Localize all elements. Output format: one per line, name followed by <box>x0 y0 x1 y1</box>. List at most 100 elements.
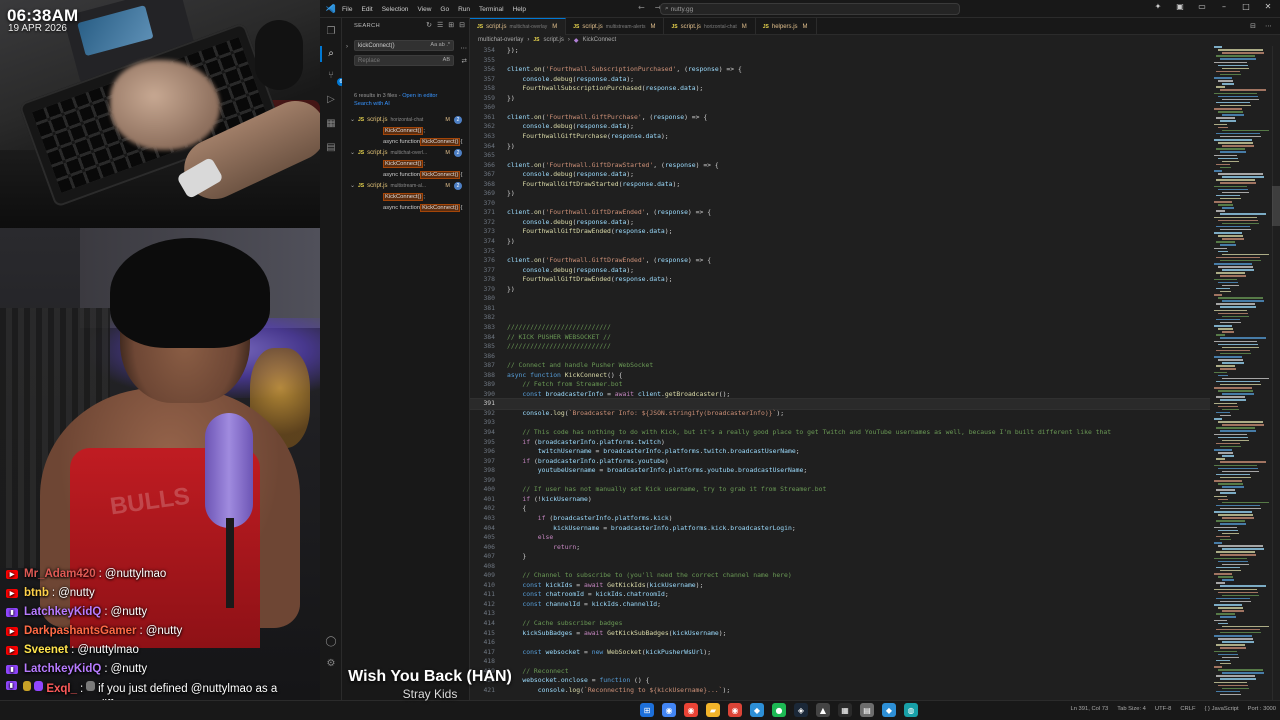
more-actions-icon[interactable]: ⋯ <box>1265 22 1272 30</box>
replace-input[interactable]: Replace AB <box>354 55 454 66</box>
code-line[interactable]: 382 <box>470 313 1210 323</box>
code-line[interactable]: 386 <box>470 352 1210 362</box>
code-line[interactable]: 416 <box>470 638 1210 648</box>
code-line[interactable]: 363 FourthwallGiftPurchase(response.data… <box>470 132 1210 142</box>
editor-tab[interactable]: JS script.js multichat-overlay M <box>470 18 567 35</box>
code-line[interactable]: 392 console.log(`Broadcaster Info: ${JSO… <box>470 409 1210 419</box>
extensions-icon[interactable]: ▦ <box>325 118 337 130</box>
code-line[interactable]: 369}) <box>470 189 1210 199</box>
code-line[interactable]: 380 <box>470 294 1210 304</box>
code-line[interactable]: 375 <box>470 247 1210 257</box>
code-line[interactable]: 389 // Fetch from Streamer.bot <box>470 380 1210 390</box>
code-line[interactable]: 358 FourthwallSubscriptionPurchased(resp… <box>470 84 1210 94</box>
status-item[interactable]: Port : 3000 <box>1248 706 1276 712</box>
code-line[interactable]: 408 <box>470 562 1210 572</box>
code-line[interactable]: 354}); <box>470 46 1210 56</box>
search-result-file[interactable]: ⌄ JS script.js multistream-al... M 2 <box>350 181 468 190</box>
code-line[interactable]: 393 <box>470 418 1210 428</box>
code-line[interactable]: 411 const chatroomId = kickIds.chatroomI… <box>470 590 1210 600</box>
code-line[interactable]: 379}) <box>470 285 1210 295</box>
refresh-icon[interactable]: ↻ <box>426 21 432 29</box>
run-debug-icon[interactable]: ▷ <box>325 94 337 106</box>
code-line[interactable]: 405 else <box>470 533 1210 543</box>
code-line[interactable]: 374}) <box>470 237 1210 247</box>
breadcrumb-file[interactable]: script.js <box>543 37 563 44</box>
search-result-match[interactable]: async function KickConnect() { <box>383 170 462 179</box>
editor-scrollbar[interactable] <box>1272 46 1280 700</box>
menu-view[interactable]: View <box>417 6 431 13</box>
code-line[interactable]: 359}) <box>470 94 1210 104</box>
search-input[interactable]: kickConnect() Aa ab .* <box>354 40 454 51</box>
editor-tab[interactable]: JS script.js horizontal-chat M <box>664 18 756 35</box>
maximize-icon[interactable]: □ <box>1240 2 1252 11</box>
split-editor-icon[interactable]: ⊟ <box>1250 22 1256 30</box>
source-control-icon[interactable]: ⑂ 6 <box>325 70 345 86</box>
replace-options[interactable]: AB <box>443 57 450 63</box>
code-line[interactable]: 390 const broadcasterInfo = await client… <box>470 390 1210 400</box>
menu-selection[interactable]: Selection <box>382 6 409 13</box>
collapse-all-icon[interactable]: ⊟ <box>459 21 465 29</box>
search-result-match[interactable]: async function KickConnect() { <box>383 137 462 146</box>
nav-back-icon[interactable]: ← <box>638 3 645 12</box>
code-line[interactable]: 384 // KICK PUSHER WEBSOCKET // <box>470 333 1210 343</box>
menu-terminal[interactable]: Terminal <box>479 6 504 13</box>
app-icon[interactable]: ▲ <box>816 703 830 717</box>
spotify-icon[interactable]: ● <box>772 703 786 717</box>
menu-run[interactable]: Run <box>458 6 470 13</box>
code-line[interactable]: 417 const websocket = new WebSocket(kick… <box>470 648 1210 658</box>
clear-results-icon[interactable]: ☰ <box>437 21 443 29</box>
code-line[interactable]: 406 return; <box>470 543 1210 553</box>
code-line[interactable]: 362 console.debug(response.data); <box>470 122 1210 132</box>
menu-help[interactable]: Help <box>513 6 526 13</box>
minimap[interactable] <box>1214 46 1272 700</box>
code-line[interactable]: 378 FourthwallGiftDrawEnded(response.dat… <box>470 275 1210 285</box>
editor-tab[interactable]: JS script.js multistream-alerts M <box>566 18 665 35</box>
code-line[interactable]: 410 const kickIds = await GetKickIds(kic… <box>470 581 1210 591</box>
code-line[interactable]: 401 if (!kickUsername) <box>470 495 1210 505</box>
code-line[interactable]: 357 console.debug(response.data); <box>470 75 1210 85</box>
search-result-file[interactable]: ⌄ JS script.js multichat-overl... M 2 <box>350 148 468 157</box>
code-line[interactable]: 415 kickSubBadges = await GetKickSubBadg… <box>470 629 1210 639</box>
layout-icon[interactable]: ▣ <box>1174 2 1186 11</box>
code-line[interactable]: 367 console.debug(response.data); <box>470 170 1210 180</box>
open-in-editor-link[interactable]: Open in editor <box>402 93 437 99</box>
code-line[interactable]: 413 <box>470 609 1210 619</box>
code-editor[interactable]: 354}); 355 356 client.on('Fourthwall.Subscr… <box>470 46 1210 700</box>
code-line[interactable]: 361 client.on('Fourthwall.GiftPurchase', … <box>470 113 1210 123</box>
search-result-match[interactable]: async function KickConnect() { <box>383 203 462 212</box>
code-line[interactable]: 372 console.debug(response.data); <box>470 218 1210 228</box>
code-line[interactable]: 376 client.on('Fourthwall.GiftDrawEnded',… <box>470 256 1210 266</box>
explorer-icon[interactable]: ❐ <box>325 26 337 38</box>
code-line[interactable]: 365 <box>470 151 1210 161</box>
code-line[interactable]: 371 client.on('Fourthwall.GiftDrawEnded',… <box>470 208 1210 218</box>
account-icon[interactable]: ◯ <box>325 636 337 648</box>
chevron-down-icon[interactable]: ⌄ <box>350 149 358 156</box>
menu-file[interactable]: File <box>342 6 352 13</box>
steam-icon[interactable]: ◈ <box>794 703 808 717</box>
new-search-editor-icon[interactable]: ⊞ <box>448 21 454 29</box>
code-line[interactable]: 388 async function KickConnect() { <box>470 371 1210 381</box>
code-line[interactable]: 412 const channelId = kickIds.channelId; <box>470 600 1210 610</box>
code-line[interactable]: 366 client.on('Fourthwall.GiftDrawStarted… <box>470 161 1210 171</box>
command-center[interactable]: ⌕ nutty.gg <box>660 3 960 15</box>
code-line[interactable]: 418 <box>470 657 1210 667</box>
file-explorer-icon[interactable]: ▰ <box>706 703 720 717</box>
code-line[interactable]: 421 console.log(`Reconnecting to ${kickU… <box>470 686 1210 696</box>
more-options-icon[interactable]: ⋯ <box>461 44 468 52</box>
code-line[interactable]: 398 youtubeUsername = broadcasterInfo.pl… <box>470 466 1210 476</box>
code-line[interactable]: 368 FourthwallGiftDrawStarted(response.d… <box>470 180 1210 190</box>
code-line[interactable]: 394 // This code has nothing to do with … <box>470 428 1210 438</box>
vscode-icon[interactable]: ◆ <box>882 703 896 717</box>
breadcrumb-symbol[interactable]: KickConnect <box>582 37 616 44</box>
chrome-icon[interactable]: ◉ <box>728 703 742 717</box>
breadcrumb-folder[interactable]: multichat-overlay <box>478 37 523 44</box>
chrome-icon[interactable]: ◉ <box>662 703 676 717</box>
status-item[interactable]: UTF-8 <box>1155 706 1171 712</box>
code-line[interactable]: 404 kickUsername = broadcasterInfo.platf… <box>470 524 1210 534</box>
windows-start-icon[interactable]: ⊞ <box>640 703 654 717</box>
menu-edit[interactable]: Edit <box>361 6 372 13</box>
code-line[interactable]: 383 /////////////////////////// <box>470 323 1210 333</box>
code-line[interactable]: 403 if (broadcasterInfo.platforms.kick) <box>470 514 1210 524</box>
minimize-icon[interactable]: – <box>1218 2 1230 11</box>
chevron-down-icon[interactable]: ⌄ <box>350 116 358 123</box>
